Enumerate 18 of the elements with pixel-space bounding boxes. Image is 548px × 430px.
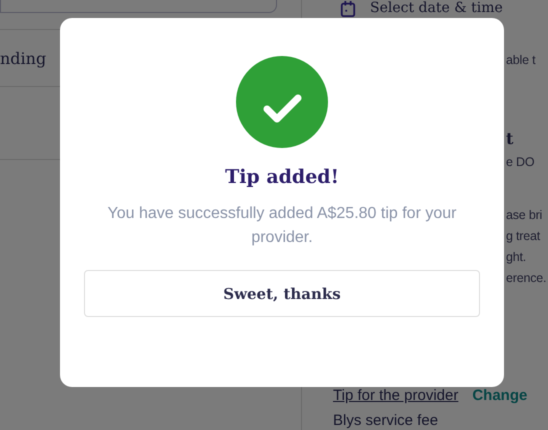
body-text: ase bri (506, 207, 544, 224)
section-heading: t (506, 128, 514, 149)
fee-label: Blys service fee (333, 412, 440, 429)
confirm-button[interactable]: Sweet, thanks (84, 270, 480, 317)
body-text: g treat (506, 228, 542, 245)
change-link[interactable]: Change (472, 387, 528, 404)
row-label: nding (0, 48, 46, 68)
body-text: erence. (506, 270, 548, 287)
dialog-title: Tip added! (225, 166, 339, 188)
calendar-icon (340, 0, 356, 18)
body-text: e DO (506, 154, 536, 171)
body-text: ght. (506, 249, 528, 266)
dialog-message: You have successfully added A$25.80 tip for your provider. (106, 204, 458, 248)
body-text: able t (506, 52, 536, 69)
checkmark-icon (236, 56, 328, 148)
step-row[interactable]: Select date & time (340, 0, 548, 17)
tip-label[interactable]: Tip for the provider (333, 387, 458, 404)
step-label: Select date & time (370, 0, 503, 17)
